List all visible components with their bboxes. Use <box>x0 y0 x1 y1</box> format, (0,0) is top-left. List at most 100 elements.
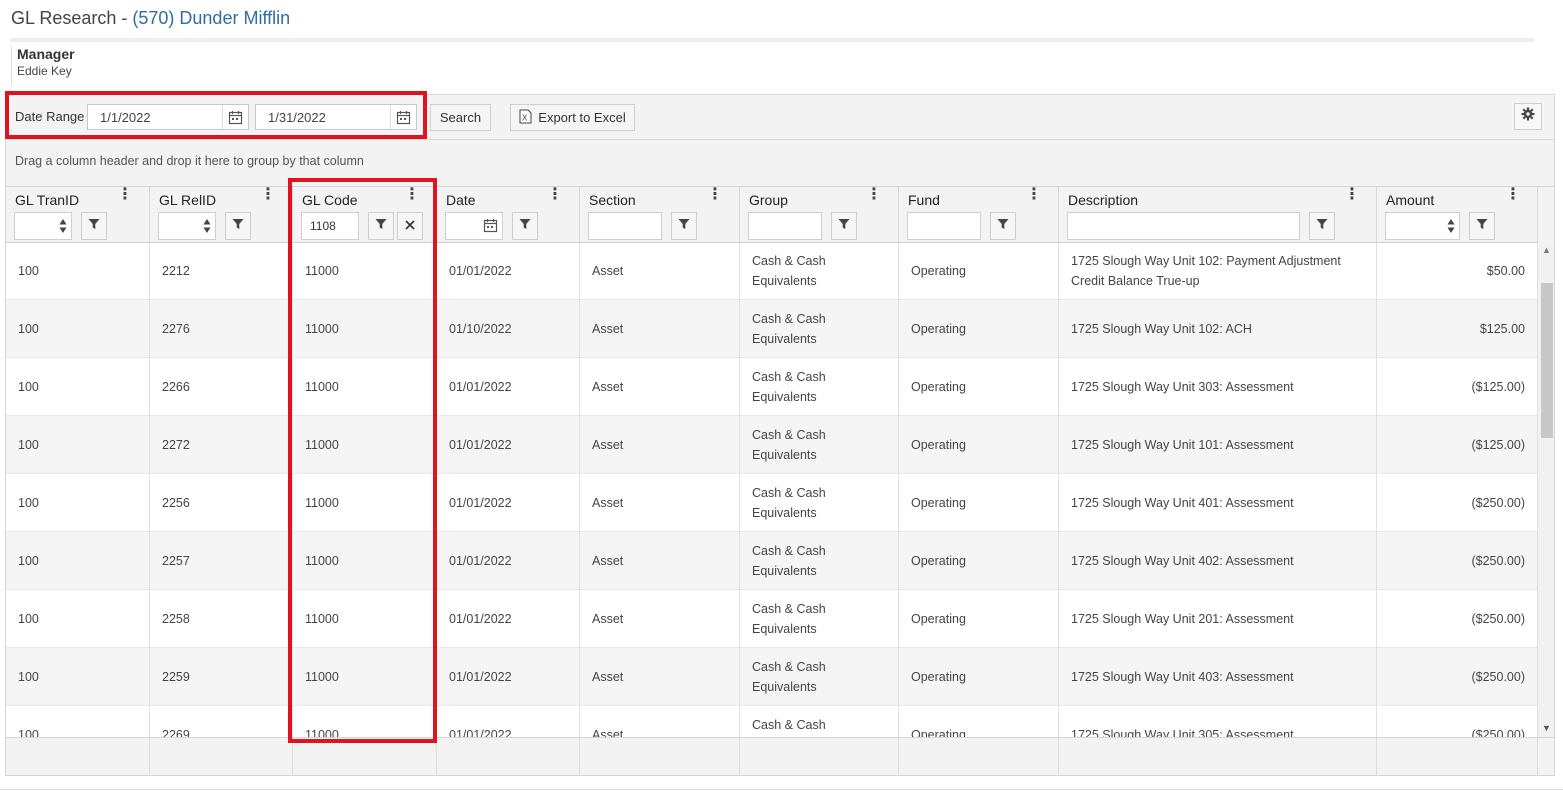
cell-section-text: Asset <box>592 612 624 626</box>
cell-glcode: 11000 <box>293 416 437 474</box>
client-link[interactable]: (570) Dunder Mifflin <box>132 8 290 28</box>
table-row[interactable]: 100 2259 11000 01/01/2022 Asset Cash & Cash E… <box>6 648 1538 706</box>
footer-cell <box>437 738 580 775</box>
export-to-excel-button[interactable]: X Export to Excel <box>510 104 635 131</box>
filter-button[interactable] <box>671 212 697 240</box>
table-row[interactable]: 100 2266 11000 01/01/2022 Asset Cash & Cash E… <box>6 358 1538 416</box>
scroll-down-icon[interactable]: ▼ <box>1542 723 1551 733</box>
cell-section: Asset <box>580 243 740 300</box>
cell-section: Asset <box>580 474 740 532</box>
vertical-scrollbar[interactable]: ▲ ▼ <box>1538 243 1554 737</box>
cell-glcode: 11000 <box>293 300 437 358</box>
column-header-description[interactable]: Description ⋮ <box>1059 187 1377 211</box>
cell-amount-text: ($250.00) <box>1471 496 1525 510</box>
cell-relid-text: 2256 <box>162 496 190 510</box>
filter-button[interactable] <box>1309 212 1335 240</box>
filter-button[interactable] <box>81 212 107 240</box>
column-header-section[interactable]: Section ⋮ <box>580 187 740 211</box>
spinner-icon[interactable] <box>59 218 67 237</box>
cell-tranid: 100 <box>6 358 150 416</box>
footer-cell <box>899 738 1059 775</box>
column-header-fund[interactable]: Fund ⋮ <box>899 187 1059 211</box>
filter-button[interactable] <box>990 212 1016 240</box>
cell-fund: Operating <box>899 648 1059 706</box>
cell-relid-text: 2259 <box>162 670 190 684</box>
end-date-input[interactable]: 1/31/2022 <box>255 104 417 130</box>
cell-tranid-text: 100 <box>18 322 39 336</box>
table-row[interactable]: 100 2276 11000 01/10/2022 Asset Cash & Cash E… <box>6 300 1538 358</box>
settings-button[interactable] <box>1514 103 1542 130</box>
cell-tranid: 100 <box>6 590 150 648</box>
cell-relid: 2266 <box>150 358 293 416</box>
manager-label: Manager <box>17 46 75 62</box>
scroll-up-icon[interactable]: ▲ <box>1542 245 1551 255</box>
description-filter-input[interactable] <box>1067 212 1300 240</box>
calendar-icon[interactable] <box>390 105 416 129</box>
cell-date: 01/01/2022 <box>437 532 580 590</box>
cell-amount: ($125.00) <box>1377 358 1538 416</box>
column-header-group[interactable]: Group ⋮ <box>740 187 899 211</box>
cell-description: 1725 Slough Way Unit 305: Assessment <box>1059 706 1377 737</box>
cell-amount-text: ($250.00) <box>1471 612 1525 626</box>
scrollbar-thumb[interactable] <box>1541 283 1553 438</box>
calendar-icon[interactable] <box>483 218 498 236</box>
column-menu-icon[interactable]: ⋮ <box>866 187 882 203</box>
cell-group-text: Cash & Cash Equivalents <box>752 544 826 578</box>
filter-button[interactable] <box>225 212 251 240</box>
cell-section: Asset <box>580 358 740 416</box>
date-filter-input[interactable] <box>445 212 503 240</box>
column-menu-icon[interactable]: ⋮ <box>1505 187 1521 203</box>
column-menu-icon[interactable]: ⋮ <box>404 187 420 203</box>
cell-group-text: Cash & Cash Equivalents <box>752 718 826 732</box>
grid-body: 100 2212 11000 01/01/2022 Asset Cash & Cash E… <box>6 243 1538 737</box>
column-header-gl-code[interactable]: GL Code ⋮ <box>293 187 437 211</box>
column-header-amount[interactable]: Amount ⋮ <box>1377 187 1538 211</box>
numeric-filter-input[interactable] <box>158 212 216 240</box>
filter-button[interactable] <box>512 212 538 240</box>
filter-button[interactable] <box>831 212 857 240</box>
table-row[interactable]: 100 2269 11000 01/01/2022 Asset Cash & Cash E… <box>6 706 1538 737</box>
cell-fund-text: Operating <box>911 380 966 394</box>
gl-code-filter-input[interactable]: 1108 <box>301 212 359 240</box>
cell-glcode: 11000 <box>293 706 437 737</box>
cell-description-text: 1725 Slough Way Unit 102: ACH <box>1071 322 1252 336</box>
table-row[interactable]: 100 2256 11000 01/01/2022 Asset Cash & Cash E… <box>6 474 1538 532</box>
filter-button[interactable] <box>1469 212 1495 240</box>
fund-filter-input[interactable] <box>907 212 981 240</box>
column-menu-icon[interactable]: ⋮ <box>1026 187 1042 203</box>
spinner-icon[interactable] <box>203 218 211 237</box>
column-menu-icon[interactable]: ⋮ <box>117 187 133 203</box>
section-filter-input[interactable] <box>588 212 662 240</box>
column-menu-icon[interactable]: ⋮ <box>707 187 723 203</box>
start-date-input[interactable]: 1/1/2022 <box>87 104 249 130</box>
column-menu-icon[interactable]: ⋮ <box>1344 187 1360 203</box>
start-date-value: 1/1/2022 <box>100 110 151 125</box>
column-menu-icon[interactable]: ⋮ <box>260 187 276 203</box>
calendar-icon[interactable] <box>222 105 248 129</box>
table-row[interactable]: 100 2212 11000 01/01/2022 Asset Cash & Cash E… <box>6 243 1538 300</box>
title-divider <box>11 38 1534 42</box>
column-menu-icon[interactable]: ⋮ <box>547 187 563 203</box>
column-header-gl-relid[interactable]: GL RelID ⋮ <box>150 187 293 211</box>
numeric-filter-input[interactable] <box>14 212 72 240</box>
table-row[interactable]: 100 2272 11000 01/01/2022 Asset Cash & Cash E… <box>6 416 1538 474</box>
cell-section: Asset <box>580 706 740 737</box>
clear-filter-button[interactable] <box>397 212 423 240</box>
cell-section: Asset <box>580 532 740 590</box>
cell-amount-text: $125.00 <box>1479 322 1525 336</box>
cell-section-text: Asset <box>592 670 624 684</box>
group-filter-input[interactable] <box>748 212 822 240</box>
table-row[interactable]: 100 2257 11000 01/01/2022 Asset Cash & Cash E… <box>6 532 1538 590</box>
numeric-filter-input[interactable] <box>1385 212 1460 240</box>
table-row[interactable]: 100 2258 11000 01/01/2022 Asset Cash & Cash E… <box>6 590 1538 648</box>
column-label: GL RelID <box>159 192 217 208</box>
cell-relid: 2258 <box>150 590 293 648</box>
group-by-panel[interactable]: Drag a column header and drop it here to… <box>5 140 1555 186</box>
cell-section-text: Asset <box>592 554 624 568</box>
column-header-gl-tranid[interactable]: GL TranID ⋮ <box>6 187 150 211</box>
column-label: GL TranID <box>15 192 80 208</box>
spinner-icon[interactable] <box>1447 218 1455 237</box>
search-button[interactable]: Search <box>430 104 491 131</box>
column-header-date[interactable]: Date ⋮ <box>437 187 580 211</box>
filter-button[interactable] <box>368 212 394 240</box>
